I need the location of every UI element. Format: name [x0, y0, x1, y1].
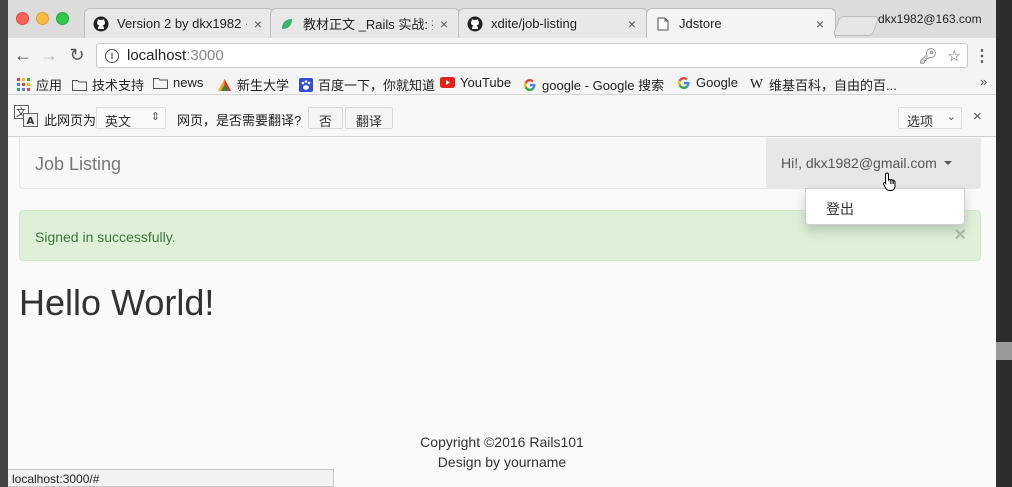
address-bar[interactable]: i localhost:3000 🔑︎ ☆	[96, 43, 968, 68]
window-maximize-button[interactable]	[56, 12, 69, 25]
user-greeting: Hi!, dkx1982@gmail.com	[781, 155, 937, 171]
browser-window: Version 2 by dkx1982 · × 教材正文 _Rails 实战:…	[8, 0, 996, 487]
options-label: 选项	[907, 114, 934, 129]
baidu-icon	[298, 77, 313, 92]
translate-question: 网页，是否需要翻译?	[177, 113, 302, 128]
bookmark-tech-support[interactable]: 技术支持	[72, 75, 144, 94]
svg-text:A: A	[27, 116, 35, 127]
bookmark-label: 百度一下，你就知道	[318, 78, 436, 93]
folder-icon	[153, 76, 168, 90]
tab-close-icon[interactable]: ×	[625, 16, 639, 32]
page-icon	[655, 16, 671, 32]
youtube-icon	[440, 76, 455, 90]
forward-arrow-icon[interactable]: →	[38, 44, 60, 66]
translate-icon: 文 A	[14, 105, 38, 127]
site-navbar: Job Listing Hi!, dkx1982@gmail.com	[19, 138, 981, 189]
translate-button[interactable]: 翻译	[345, 107, 394, 129]
back-arrow-icon[interactable]: ←	[12, 44, 34, 66]
star-icon[interactable]: ☆	[948, 47, 961, 65]
caret-down-icon	[943, 161, 952, 165]
key-icon[interactable]: 🔑︎	[919, 47, 938, 65]
close-translate-icon[interactable]: ×	[973, 108, 982, 125]
bookmark-label: news	[173, 75, 204, 90]
tab-rails-tutorial[interactable]: 教材正文 _Rails 实战: 招 ×	[270, 8, 460, 38]
tab-github-version[interactable]: Version 2 by dkx1982 · ×	[84, 8, 274, 38]
footer-copyright: Copyright ©2016 Rails101	[420, 434, 584, 450]
translate-bar: 文 A 此网页为 英文 ⇕ 网页，是否需要翻译? 否 翻译 选项 ⌄ ×	[8, 94, 996, 137]
bookmark-apps[interactable]: 应用	[16, 75, 62, 94]
bookmark-baidu[interactable]: 百度一下，你就知道	[298, 75, 435, 94]
user-dropdown-menu: 登出	[805, 188, 965, 225]
tab-jdstore[interactable]: Jdstore ×	[646, 8, 836, 38]
bookmark-label: 技术支持	[92, 78, 145, 93]
chevron-down-icon: ⌄	[946, 111, 956, 123]
language-value: 英文	[105, 114, 132, 129]
tab-strip: Version 2 by dkx1982 · × 教材正文 _Rails 实战:…	[8, 0, 996, 38]
reload-icon[interactable]: ↻	[66, 44, 88, 66]
status-bar-url: localhost:3000/#	[8, 469, 334, 487]
options-select[interactable]: 选项 ⌄	[898, 107, 962, 129]
brand-link[interactable]: Job Listing	[35, 154, 121, 175]
hand-cursor-icon	[882, 172, 896, 191]
bookmark-google-search[interactable]: google - Google 搜索	[522, 75, 664, 94]
github-icon	[467, 16, 483, 32]
bookmark-label: google - Google 搜索	[542, 78, 665, 93]
google-icon	[522, 78, 537, 92]
tab-close-icon[interactable]: ×	[437, 16, 451, 32]
no-translate-button[interactable]: 否	[308, 107, 344, 129]
window-minimize-button[interactable]	[36, 12, 49, 25]
bookmark-label: Google	[696, 75, 738, 90]
user-dropdown-toggle[interactable]: Hi!, dkx1982@gmail.com	[766, 138, 980, 188]
bookmark-label: 新生大学	[237, 78, 290, 93]
tab-title: Version 2 by dkx1982 ·	[117, 16, 247, 31]
alert-close-icon[interactable]: ×	[954, 224, 966, 247]
google-icon	[676, 76, 691, 90]
desktop-background-left	[0, 0, 8, 487]
leaf-icon	[279, 16, 295, 32]
language-select[interactable]: 英文 ⇕	[96, 107, 166, 129]
github-icon	[93, 16, 109, 32]
tab-close-icon[interactable]: ×	[251, 16, 265, 32]
url-host: localhost	[127, 47, 187, 64]
bookmark-label: 维基百科，自由的百...	[769, 78, 897, 93]
profile-name[interactable]: dkx1982@163.com	[878, 12, 982, 26]
tab-title: Jdstore	[679, 16, 722, 31]
bookmark-wikipedia[interactable]: W 维基百科，自由的百...	[749, 75, 897, 94]
bookmark-youtube[interactable]: YouTube	[440, 75, 511, 90]
updown-icon: ⇕	[150, 111, 160, 123]
tab-job-listing-repo[interactable]: xdite/job-listing ×	[458, 8, 648, 38]
apps-icon	[16, 78, 31, 92]
tab-close-icon[interactable]: ×	[813, 16, 827, 32]
window-close-button[interactable]	[16, 12, 29, 25]
info-icon[interactable]: i	[105, 48, 119, 63]
footer: Copyright ©2016 Rails101 Design by yourn…	[8, 432, 996, 472]
triangle-icon	[217, 78, 232, 92]
tab-title: xdite/job-listing	[491, 16, 577, 31]
tab-title: 教材正文 _Rails 实战: 招	[303, 17, 433, 32]
new-tab-button[interactable]	[832, 16, 880, 36]
translate-prefix: 此网页为	[44, 113, 97, 128]
url-port: :3000	[186, 47, 224, 64]
bookmark-google[interactable]: Google	[676, 75, 738, 90]
alert-message: Signed in successfully.	[35, 229, 176, 245]
bookmark-news[interactable]: news	[153, 75, 203, 90]
logout-menu-item[interactable]: 登出	[826, 199, 854, 219]
page-content: Job Listing Hi!, dkx1982@gmail.com 登出 Si…	[8, 138, 996, 487]
wikipedia-icon: W	[749, 76, 764, 92]
bookmark-label: YouTube	[460, 75, 512, 90]
menu-dots-icon[interactable]: ⋮	[974, 46, 990, 66]
folder-icon	[72, 78, 87, 92]
bookmarks-overflow-icon[interactable]: »	[980, 74, 987, 89]
bookmark-xinsheng[interactable]: 新生大学	[217, 75, 289, 94]
browser-toolbar: ← → ↻ i localhost:3000 🔑︎ ☆ ⋮	[8, 38, 996, 72]
page-heading: Hello World!	[19, 282, 215, 323]
desktop-background-right	[996, 0, 1012, 487]
bookmarks-bar: 应用 技术支持 news 新生大学 百度一下，你就知道 YouTube goog…	[8, 72, 996, 94]
bookmark-label: 应用	[36, 78, 63, 93]
